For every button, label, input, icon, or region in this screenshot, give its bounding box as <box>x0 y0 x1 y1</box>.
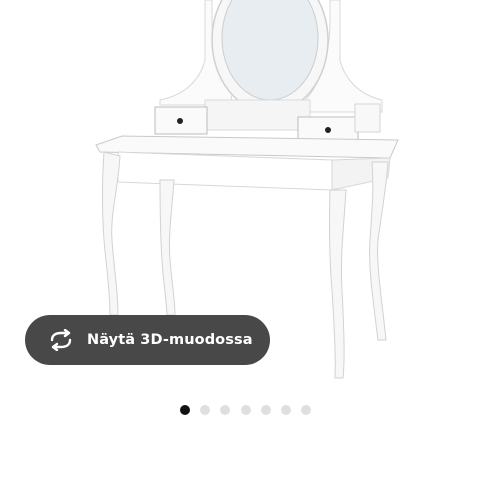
view-in-3d-label: Näytä 3D-muodossa <box>87 332 253 348</box>
rotate-arrows-icon <box>47 329 75 351</box>
carousel-dot-4[interactable] <box>241 405 251 415</box>
carousel-dot-6[interactable] <box>281 405 291 415</box>
carousel-dot-7[interactable] <box>301 405 311 415</box>
carousel-dot-1[interactable] <box>180 405 190 415</box>
carousel-dot-3[interactable] <box>220 405 230 415</box>
carousel-pagination <box>0 405 480 417</box>
view-in-3d-button[interactable]: Näytä 3D-muodossa <box>25 315 270 365</box>
carousel-dot-5[interactable] <box>261 405 271 415</box>
carousel-dot-2[interactable] <box>200 405 210 415</box>
product-gallery: Näytä 3D-muodossa <box>0 0 480 480</box>
